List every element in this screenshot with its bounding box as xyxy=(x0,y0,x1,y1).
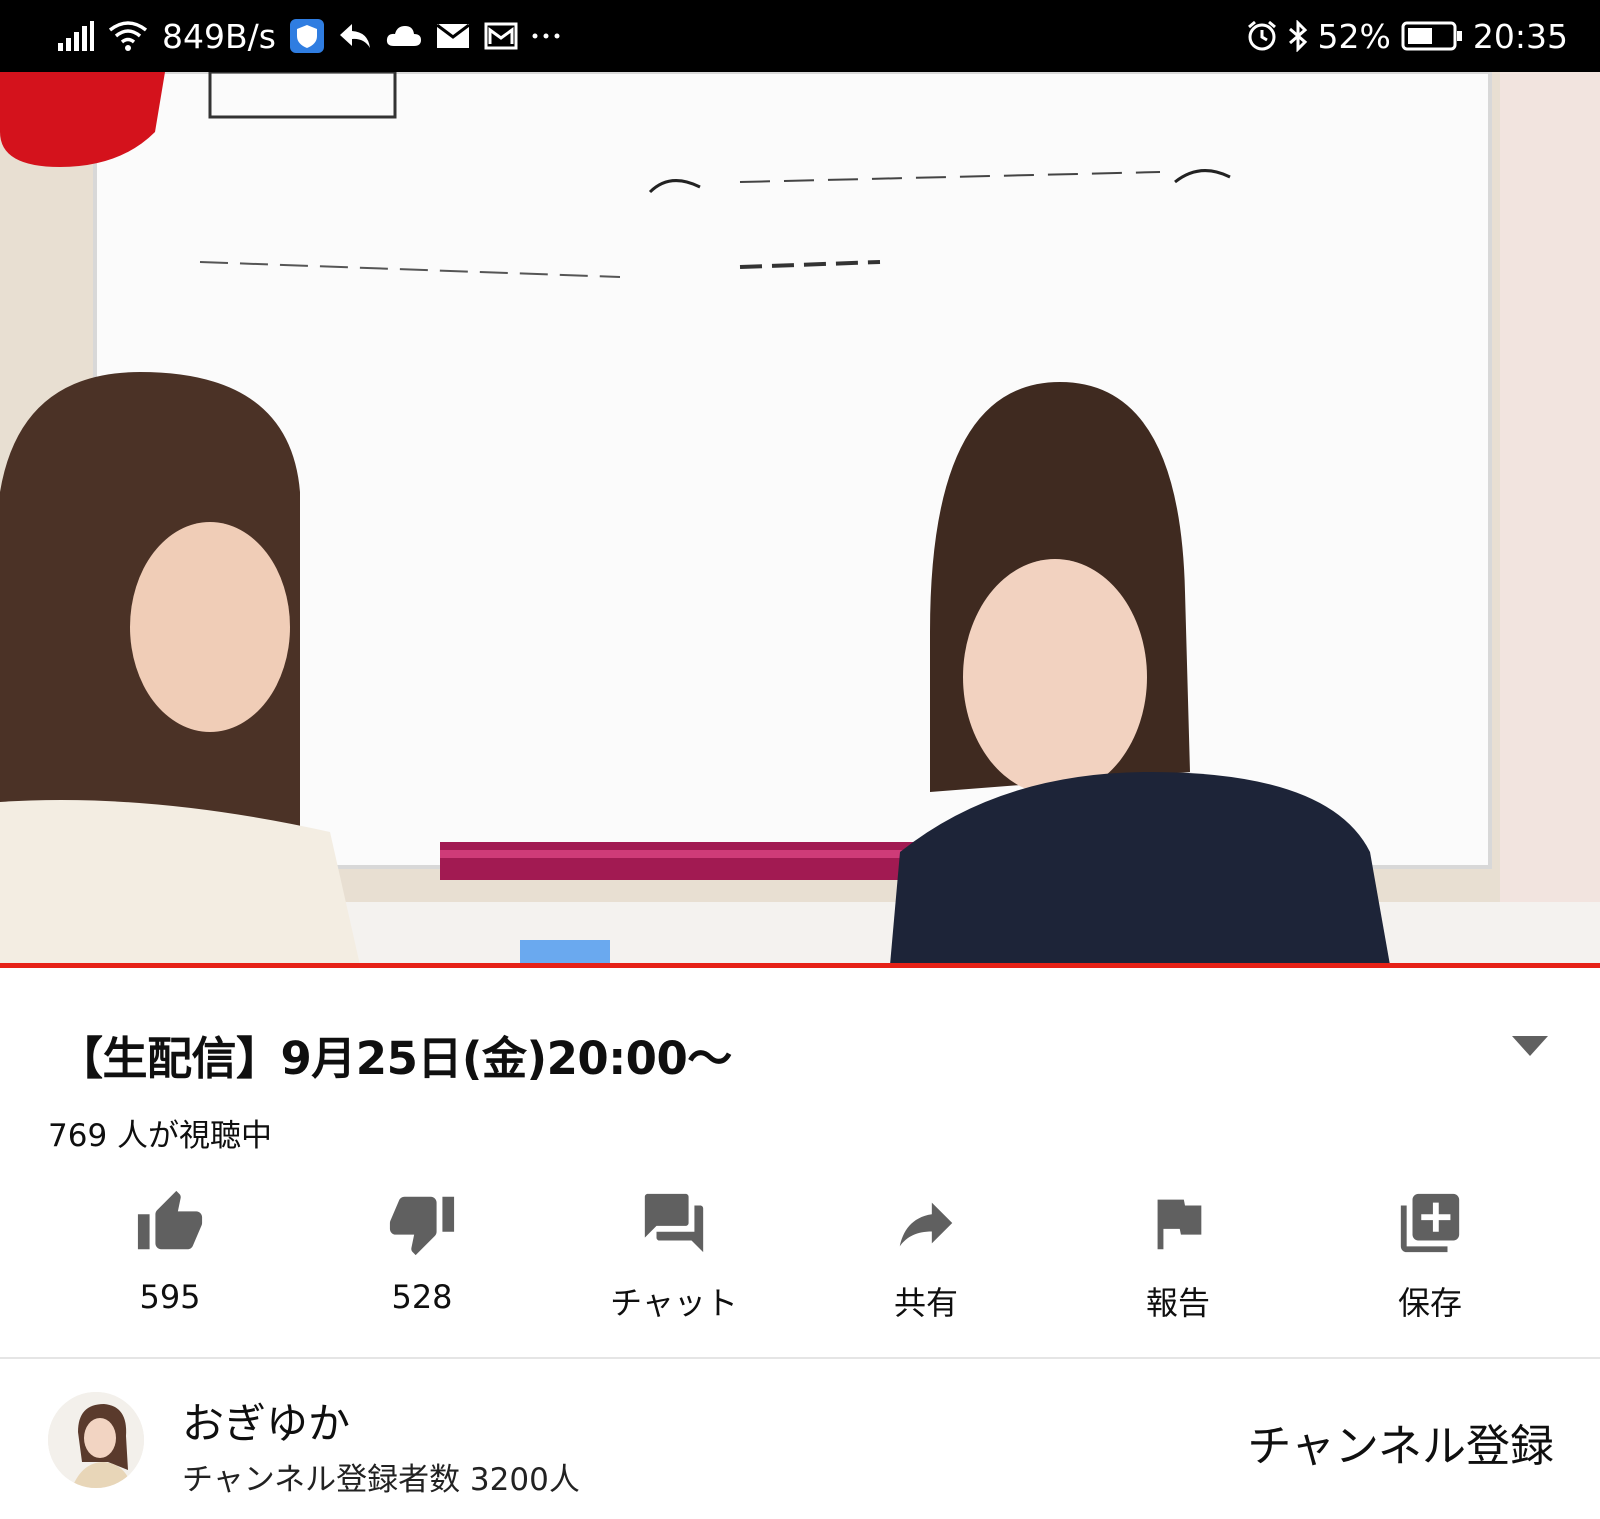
mail-icon xyxy=(436,23,470,49)
status-bar: 849B/s 52% 20:35 xyxy=(0,0,1600,72)
flag-icon xyxy=(1157,1199,1202,1250)
bluetooth-icon xyxy=(1288,20,1308,52)
chat-label: チャット xyxy=(610,1284,738,1322)
like-count: 595 xyxy=(139,1278,201,1316)
divider xyxy=(0,1357,1600,1359)
channel-avatar[interactable] xyxy=(48,1392,144,1488)
share-icon xyxy=(899,1202,953,1247)
video-frame xyxy=(0,72,1600,965)
expand-description-button[interactable] xyxy=(1508,1028,1552,1058)
battery-percent: 52% xyxy=(1317,16,1391,56)
share-button[interactable]: 共有 xyxy=(836,1178,1016,1328)
chat-icon xyxy=(644,1193,704,1253)
save-label: 保存 xyxy=(1397,1284,1462,1322)
report-label: 報告 xyxy=(1145,1284,1210,1322)
more-dots-icon xyxy=(532,32,560,40)
channel-name[interactable]: おぎゆか xyxy=(182,1390,350,1451)
video-progress-bar[interactable] xyxy=(0,963,1600,968)
dislike-count: 528 xyxy=(391,1278,453,1316)
chat-button[interactable]: チャット xyxy=(584,1178,764,1328)
subscribe-button[interactable]: チャンネル登録 xyxy=(1247,1410,1554,1474)
dislike-button[interactable]: 528 xyxy=(332,1178,512,1328)
video-progress-fill xyxy=(0,963,1600,968)
live-viewer-count: 769 人が視聴中 xyxy=(48,1118,273,1154)
clock: 20:35 xyxy=(1472,16,1568,56)
thumbs-down-icon xyxy=(389,1196,455,1256)
video-title: 【生配信】9月25日(金)20:00～ xyxy=(58,1032,732,1085)
alarm-icon xyxy=(1246,20,1278,52)
video-player[interactable] xyxy=(0,72,1600,965)
save-button[interactable]: 保存 xyxy=(1340,1178,1520,1328)
action-row: 595 528 チャット 共有 報告 保存 xyxy=(50,1178,1550,1328)
reply-icon xyxy=(338,22,372,50)
wifi-icon xyxy=(108,20,148,52)
report-button[interactable]: 報告 xyxy=(1088,1178,1268,1328)
battery-icon xyxy=(1401,21,1463,51)
like-button[interactable]: 595 xyxy=(80,1178,260,1328)
signal-icon xyxy=(58,21,94,51)
share-label: 共有 xyxy=(893,1284,958,1322)
subscriber-count: チャンネル登録者数 3200人 xyxy=(182,1462,580,1498)
add-to-playlist-icon xyxy=(1400,1193,1460,1253)
chevron-down-icon xyxy=(1512,1036,1548,1056)
gmail-icon xyxy=(484,22,518,50)
network-speed: 849B/s xyxy=(162,16,276,56)
cloud-icon xyxy=(386,24,422,48)
shield-icon xyxy=(289,19,324,53)
thumbs-up-icon xyxy=(137,1190,203,1250)
